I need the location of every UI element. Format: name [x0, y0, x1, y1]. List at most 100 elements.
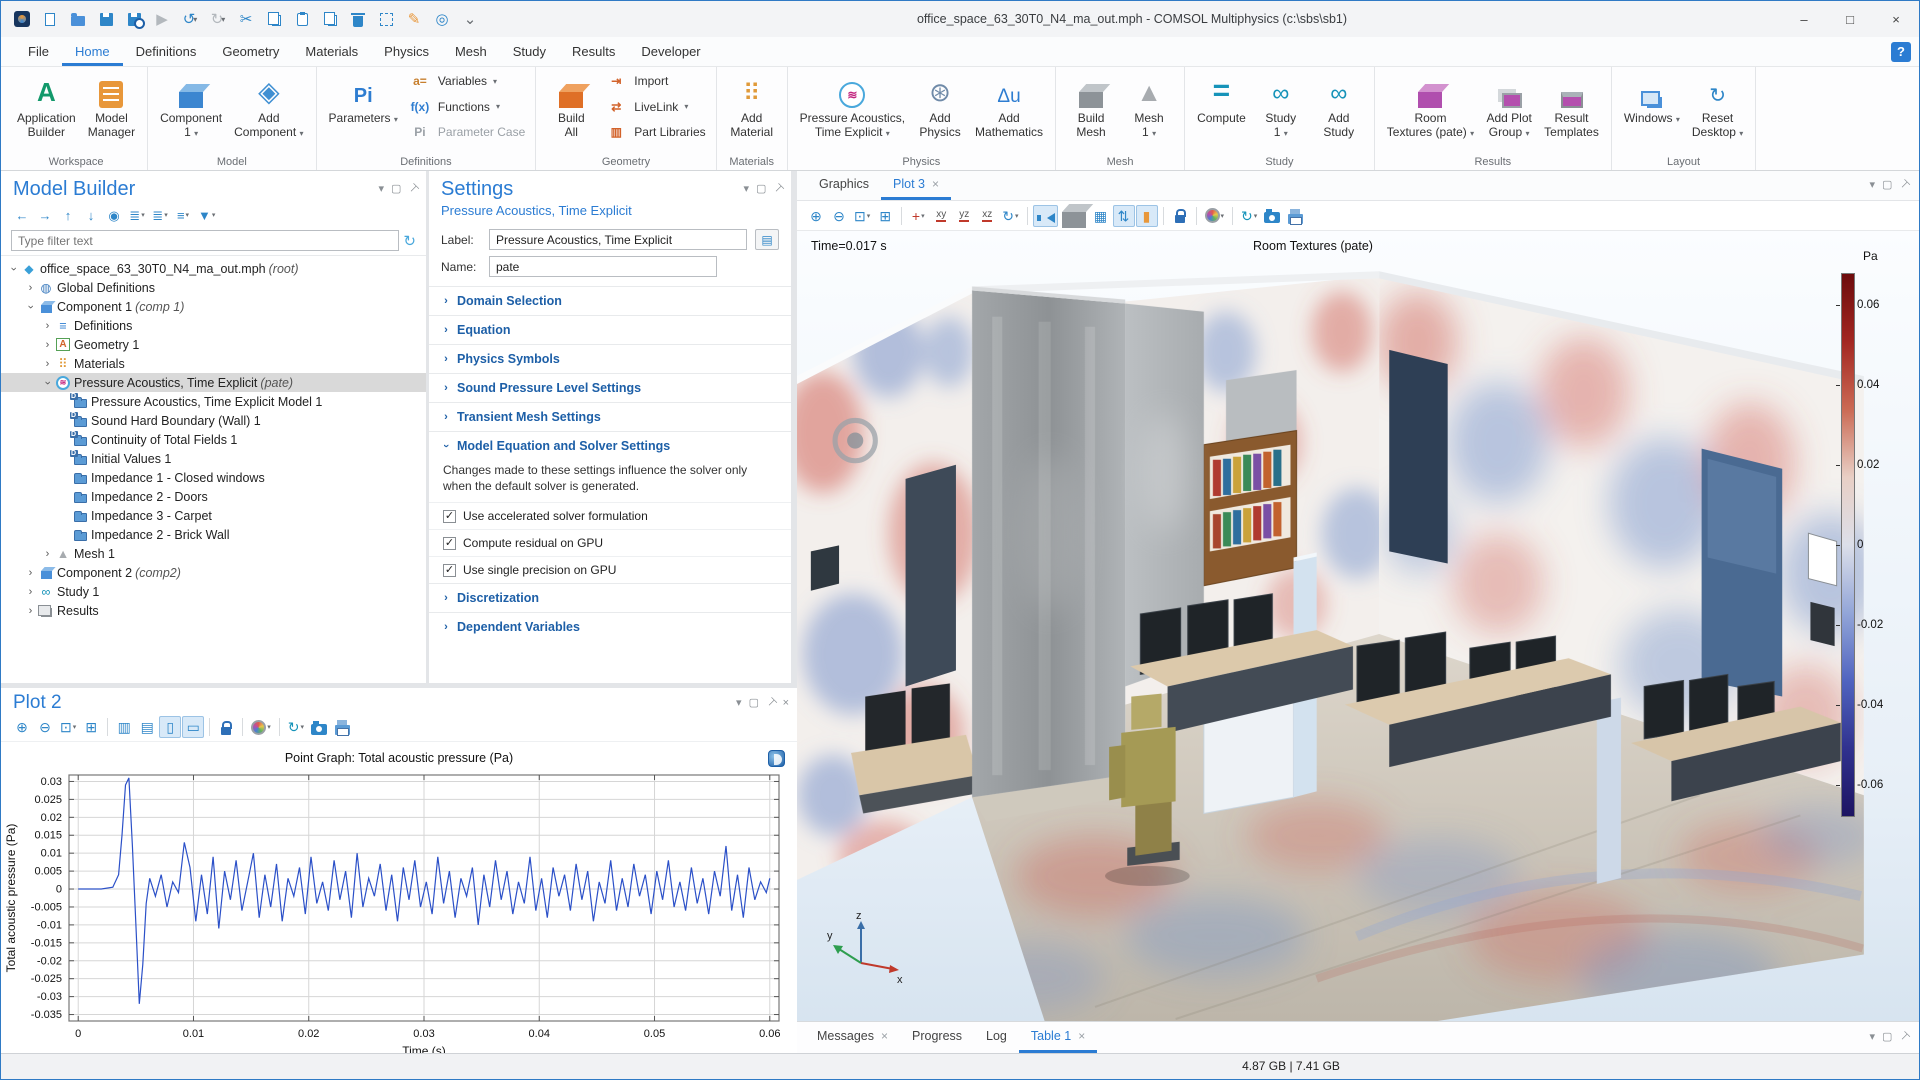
expander-icon[interactable]: ›: [24, 605, 37, 617]
sync-icon[interactable]: ↻: [403, 232, 416, 250]
tree-node[interactable]: › ∞ Study 1: [1, 582, 426, 601]
toolbar-overflow-button[interactable]: ⌄: [457, 6, 483, 32]
expander-icon[interactable]: ›: [24, 567, 37, 579]
settings-section-physics-symbols[interactable]: › Physics Symbols: [429, 344, 791, 373]
play-sound-button[interactable]: [1032, 204, 1058, 227]
minimize-button[interactable]: –: [1781, 2, 1827, 36]
menu-tab-developer[interactable]: Developer: [628, 37, 713, 66]
move-down-button[interactable]: ↓: [80, 204, 102, 226]
dock-tab-messages[interactable]: Messages ×: [805, 1022, 900, 1053]
tree-node[interactable]: › Results: [1, 601, 426, 620]
pin-icon[interactable]: ⊤: [406, 182, 421, 197]
annotate-button[interactable]: ✎: [401, 6, 427, 32]
tree-node[interactable]: Impedance 1 - Closed windows: [1, 468, 426, 487]
mesh-1-button[interactable]: ▲ Mesh 1 ▾: [1122, 71, 1176, 142]
settings-section-model-equation-and-solver-settings[interactable]: › Model Equation and Solver Settings: [429, 431, 791, 460]
tree-node[interactable]: Pressure Acoustics, Time Explicit Model …: [1, 392, 426, 411]
rotate-view-button[interactable]: ↻ ▾: [999, 205, 1021, 227]
color-theme-button[interactable]: ▾: [1202, 205, 1228, 227]
zoom-out-button[interactable]: ⊖: [828, 205, 850, 227]
pin-icon[interactable]: ⊤: [1897, 178, 1912, 193]
settings-section-domain-selection[interactable]: › Domain Selection: [429, 286, 791, 315]
checkbox[interactable]: ✓: [443, 536, 456, 550]
tree-filter-input[interactable]: [11, 230, 400, 251]
scene-transparency-button[interactable]: [1059, 205, 1089, 228]
tree-node[interactable]: Impedance 2 - Doors: [1, 487, 426, 506]
lock-camera-button[interactable]: [1169, 205, 1191, 227]
add-mathematics-button[interactable]: Δu Add Mathematics: [971, 71, 1047, 140]
new-file-button[interactable]: [37, 6, 63, 32]
expander-icon[interactable]: ›: [41, 358, 54, 370]
close-tab-icon[interactable]: ×: [932, 177, 939, 191]
select-button[interactable]: [373, 6, 399, 32]
panel-menu-icon[interactable]: ▾: [1869, 180, 1875, 191]
add-component-button[interactable]: ◈ Add Component ▾: [230, 71, 307, 142]
delete-button[interactable]: [345, 6, 371, 32]
print-button[interactable]: [1284, 205, 1306, 227]
add-study-button[interactable]: ∞ Add Study: [1312, 71, 1366, 140]
tree-node[interactable]: › ◍ Global Definitions: [1, 278, 426, 297]
tree-node[interactable]: Continuity of Total Fields 1: [1, 430, 426, 449]
zoom-in-button[interactable]: ⊕: [805, 205, 827, 227]
close-tab-icon[interactable]: ×: [881, 1029, 888, 1043]
view-xy-button[interactable]: xy: [930, 205, 952, 227]
copy-button[interactable]: [261, 6, 287, 32]
dock-tab-progress[interactable]: Progress: [900, 1022, 974, 1053]
save-preview-button[interactable]: [121, 6, 147, 32]
panel-menu-icon[interactable]: ▾: [736, 697, 742, 709]
close-button[interactable]: ×: [1873, 2, 1919, 36]
comsol-logo-icon[interactable]: [768, 750, 785, 767]
import-button[interactable]: ⇥ Import: [604, 74, 705, 88]
settings-section-equation[interactable]: › Equation: [429, 315, 791, 344]
expander-icon[interactable]: ›: [41, 339, 54, 351]
run-button[interactable]: ▶: [149, 6, 175, 32]
tree-node[interactable]: › ⠿ Materials: [1, 354, 426, 373]
duplicate-button[interactable]: [317, 6, 343, 32]
tree-node[interactable]: Impedance 2 - Brick Wall: [1, 525, 426, 544]
graphics-canvas[interactable]: Time=0.017 s Room Textures (pate) Pa 0.0…: [797, 231, 1919, 1021]
zoom-in-button[interactable]: ⊕: [11, 716, 33, 738]
tree-node[interactable]: Impedance 3 - Carpet: [1, 506, 426, 525]
redo-button[interactable]: ↻ ▾: [205, 6, 231, 32]
x-axis-grid-button[interactable]: ▥: [113, 716, 135, 738]
filter-button[interactable]: ▼ ▾: [195, 204, 218, 226]
dock-tab-log[interactable]: Log: [974, 1022, 1019, 1053]
print-button[interactable]: [331, 716, 353, 738]
menu-tab-home[interactable]: Home: [61, 37, 123, 66]
pin-icon[interactable]: ⊤: [763, 695, 778, 710]
expander-icon[interactable]: ›: [42, 376, 54, 389]
view-xz-button[interactable]: xz: [976, 205, 998, 227]
update-view-button[interactable]: ↻ ▾: [1238, 205, 1260, 227]
show-grid-button[interactable]: ▦: [1090, 205, 1112, 227]
tree-node[interactable]: › ◆ office_space_63_30T0_N4_ma_out.mph (roo…: [1, 259, 426, 278]
open-button[interactable]: [65, 6, 91, 32]
add-plot-group-button[interactable]: Add Plot Group ▾: [1482, 71, 1536, 142]
result-templates-button[interactable]: Result Templates: [1540, 71, 1603, 140]
expander-icon[interactable]: ›: [41, 320, 54, 332]
build-all-button[interactable]: Build All: [544, 71, 598, 140]
livelink-button[interactable]: ⇄ LiveLink ▾: [604, 100, 705, 114]
manual-axis-limits-button[interactable]: ▯: [159, 716, 182, 738]
lock-axes-button[interactable]: [215, 716, 237, 738]
save-button[interactable]: [93, 6, 119, 32]
tree-node[interactable]: › ≡ Definitions: [1, 316, 426, 335]
label-input[interactable]: [489, 229, 747, 250]
collapse-all-button[interactable]: ≣ ▾: [126, 204, 148, 226]
settings-section-sound-pressure-level-settings[interactable]: › Sound Pressure Level Settings: [429, 373, 791, 402]
menu-tab-results[interactable]: Results: [559, 37, 628, 66]
view-yz-button[interactable]: yz: [953, 205, 975, 227]
menu-tab-study[interactable]: Study: [500, 37, 559, 66]
functions-button[interactable]: f(x) Functions ▾: [408, 100, 525, 114]
y-axis-grid-button[interactable]: ▤: [136, 716, 158, 738]
menu-tab-file[interactable]: File: [15, 37, 62, 66]
checkbox[interactable]: ✓: [443, 563, 456, 577]
show-axis-orientation-button[interactable]: ⇅: [1112, 204, 1135, 227]
plot2-chart-area[interactable]: Point Graph: Total acoustic pressure (Pa…: [1, 741, 797, 1065]
name-input[interactable]: [489, 256, 717, 277]
paste-button[interactable]: [289, 6, 315, 32]
windows-button[interactable]: Windows ▾: [1620, 71, 1684, 128]
float-panel-icon[interactable]: ▢: [749, 697, 759, 709]
model-manager-button[interactable]: Model Manager: [84, 71, 139, 140]
menu-tab-mesh[interactable]: Mesh: [442, 37, 500, 66]
go-to-default-view-button[interactable]: + ▾: [907, 205, 929, 227]
